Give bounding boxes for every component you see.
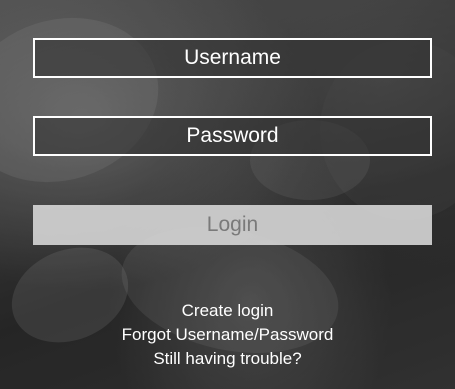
login-panel: Login Create login Forgot Username/Passw… bbox=[0, 0, 455, 389]
trouble-link[interactable]: Still having trouble? bbox=[0, 347, 455, 371]
create-login-link[interactable]: Create login bbox=[0, 299, 455, 323]
login-button[interactable]: Login bbox=[33, 205, 432, 245]
help-links: Create login Forgot Username/Password St… bbox=[0, 299, 455, 371]
username-input[interactable] bbox=[33, 38, 432, 78]
forgot-credentials-link[interactable]: Forgot Username/Password bbox=[0, 323, 455, 347]
password-input[interactable] bbox=[33, 116, 432, 156]
